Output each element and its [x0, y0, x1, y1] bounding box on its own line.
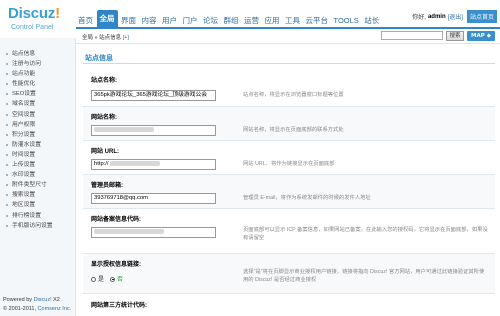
- admin-email-input[interactable]: 393769718@qq.com: [91, 193, 216, 204]
- field-desc: 页面底部可以显示 ICP 备案信息，如果网站已备案，在此输入您的授权码，它将显示…: [243, 227, 488, 241]
- sidebar-item[interactable]: 排行榜设置: [3, 211, 53, 221]
- top-bar: 首页 全局 界面 内容 用户 门户 论坛 群组 运营 应用 工具 云平台 TOOLS 站长 你好, adm…: [76, 0, 500, 28]
- nav-item[interactable]: 工具: [283, 14, 302, 28]
- sidebar-item[interactable]: 地区设置: [3, 200, 53, 210]
- sidebar-item[interactable]: 时间设置: [3, 150, 53, 160]
- breadcrumb-path: 全局 » 站点信息: [82, 35, 122, 41]
- sidebar-item[interactable]: 水印设置: [3, 170, 53, 180]
- sidebar-item[interactable]: 手机版访问设置: [3, 221, 53, 231]
- sidebar-item[interactable]: 积分设置: [3, 130, 53, 140]
- field-label: 网站 URL:: [91, 149, 119, 155]
- nav-item[interactable]: 运营: [242, 14, 261, 28]
- field-label: 网站第三方统计代码:: [91, 303, 147, 309]
- nav-item[interactable]: 用户: [160, 14, 179, 28]
- copyright-prefix: © 2001-2011,: [3, 306, 37, 312]
- nav-item[interactable]: 站长: [362, 14, 381, 28]
- radio-yes-option[interactable]: 是: [91, 274, 104, 283]
- field-website-url: 网站 URL: http:// 网站 URL，将作为链接显示在页面底部: [83, 140, 495, 174]
- field-show-license-link: 显示授权信息链接: 是 否 选择"是"将在页脚显示商业授权用户链接，链接将指向 …: [83, 253, 495, 293]
- field-label: 网站名称:: [91, 115, 117, 121]
- nav-item[interactable]: 门户: [181, 14, 200, 28]
- breadcrumb: 全局 » 站点信息 [+]: [82, 33, 129, 41]
- logo-subtitle: Control Panel: [11, 24, 54, 31]
- section-divider: [83, 63, 495, 64]
- sidebar-item[interactable]: 上传设置: [3, 160, 53, 170]
- field-website-name: 网站名称: 网站名称，将显示在页面底部的联系方式处: [83, 106, 495, 140]
- field-label: 网站备案信息代码:: [91, 217, 141, 223]
- sidebar-item[interactable]: 注册与访问: [3, 59, 53, 69]
- site-name-input[interactable]: 365pk游戏论坛_365游戏论坛_顶级游戏公会: [91, 90, 216, 101]
- sidebar-item[interactable]: 用户权限: [3, 120, 53, 130]
- field-desc: 管理员 E-mail，将作为系统发邮件的时候的发件人地址: [243, 195, 371, 201]
- sidebar-menu: 站点信息 注册与访问 站点功能 性能优化 SEO设置 域名设置 空间设置 用户权限 积分设置 防灌…: [3, 49, 53, 231]
- website-name-input[interactable]: [91, 125, 216, 136]
- website-url-input[interactable]: http://: [91, 159, 216, 170]
- user-info: 你好, admin [退出] 站点首页: [412, 10, 497, 23]
- field-stats-code: 网站第三方统计代码:: [83, 293, 495, 316]
- main-nav: 首页 全局 界面 内容 用户 门户 论坛 群组 运营 应用 工具 云平台 TOOLS 站长: [76, 10, 383, 28]
- sidebar-item[interactable]: 域名设置: [3, 99, 53, 109]
- site-home-button[interactable]: 站点首页: [466, 10, 497, 23]
- field-icp-code: 网站备案信息代码: 页面底部可以显示 ICP 备案信息，如果网站已备案，在此输入…: [83, 208, 495, 253]
- logo-brand: Discuz!: [8, 5, 60, 22]
- radio-no-icon[interactable]: [110, 276, 116, 282]
- license-radio-group: 是 否: [91, 274, 123, 283]
- sidebar-item[interactable]: SEO设置: [3, 89, 53, 99]
- field-label: 管理员邮箱:: [91, 183, 123, 189]
- powered-version: X2: [53, 297, 60, 303]
- field-site-name: 站点名称: 365pk游戏论坛_365游戏论坛_顶级游戏公会 站点名称，将显示在…: [83, 68, 495, 106]
- main-content: 站点信息 站点名称: 365pk游戏论坛_365游戏论坛_顶级游戏公会 站点名称…: [77, 44, 500, 316]
- username: admin: [427, 13, 446, 20]
- logo: Discuz! Control Panel: [0, 0, 76, 38]
- nav-item[interactable]: 首页: [76, 14, 95, 28]
- search-button[interactable]: 搜索: [446, 31, 464, 41]
- nav-item[interactable]: 云平台: [304, 14, 331, 28]
- sidebar-item[interactable]: 附件类型尺寸: [3, 180, 53, 190]
- logout-link[interactable]: [退出]: [448, 12, 463, 21]
- section-title: 站点信息: [85, 55, 113, 62]
- company-link[interactable]: Comsenz Inc.: [38, 306, 72, 312]
- map-button[interactable]: MAP ◆: [467, 31, 495, 41]
- sidebar-item[interactable]: 站点信息: [3, 49, 53, 59]
- powered-by: Powered by Discuz! X2 © 2001-2011, Comse…: [3, 296, 71, 314]
- sidebar-item[interactable]: 搜索设置: [3, 190, 53, 200]
- sidebar-item[interactable]: 性能优化: [3, 79, 53, 89]
- field-desc: 选择"是"将在页脚显示商业授权用户链接，链接将指向 Discuz! 官方网站，用…: [243, 269, 485, 283]
- field-desc: 网站 URL，将作为链接显示在页面底部: [243, 161, 335, 167]
- radio-yes-icon[interactable]: [91, 276, 96, 282]
- field-desc: 网站名称，将显示在页面底部的联系方式处: [243, 127, 344, 133]
- nav-item[interactable]: 界面: [119, 14, 138, 28]
- icp-code-input[interactable]: [91, 227, 216, 238]
- nav-item[interactable]: 全局: [96, 10, 118, 28]
- nav-item[interactable]: 论坛: [201, 14, 220, 28]
- search-input[interactable]: [381, 31, 443, 40]
- nav-item[interactable]: 群组: [222, 14, 241, 28]
- field-label: 显示授权信息链接:: [91, 262, 141, 268]
- powered-prefix: Powered by: [3, 297, 33, 303]
- nav-item[interactable]: TOOLS: [332, 14, 361, 28]
- field-desc: 站点名称，将显示在浏览器窗口标题等位置: [243, 92, 344, 98]
- nav-item[interactable]: 应用: [263, 14, 282, 28]
- greeting: 你好,: [412, 15, 426, 21]
- powered-brand-link[interactable]: Discuz!: [34, 297, 52, 303]
- sidebar-item[interactable]: 防灌水设置: [3, 140, 53, 150]
- breadcrumb-row: 全局 » 站点信息 [+] 搜索 MAP ◆: [76, 29, 500, 44]
- sidebar-item[interactable]: 站点功能: [3, 69, 53, 79]
- nav-item[interactable]: 内容: [140, 14, 159, 28]
- radio-no-option[interactable]: 否: [110, 274, 123, 283]
- sidebar: 站点信息 注册与访问 站点功能 性能优化 SEO设置 域名设置 空间设置 用户权限 积分设置 防灌…: [0, 38, 76, 316]
- field-label: 站点名称:: [91, 78, 117, 84]
- sidebar-item[interactable]: 空间设置: [3, 110, 53, 120]
- add-shortcut-link[interactable]: [+]: [123, 35, 129, 41]
- field-admin-email: 管理员邮箱: 393769718@qq.com 管理员 E-mail，将作为系统…: [83, 174, 495, 208]
